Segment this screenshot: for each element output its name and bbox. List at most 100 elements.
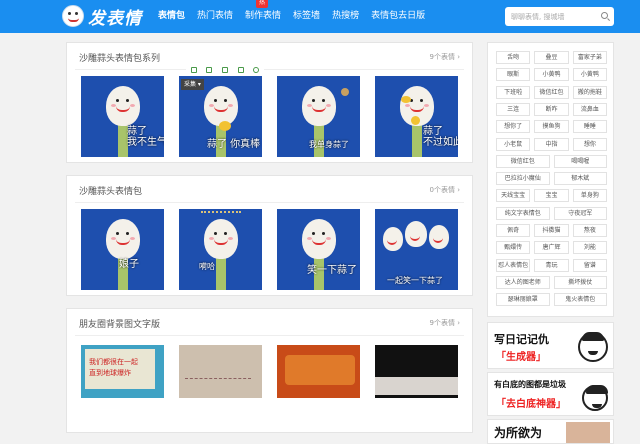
nav-item-tags[interactable]: 标签墙 <box>287 0 326 33</box>
tag-item[interactable]: 流鼻血 <box>572 102 607 116</box>
tag-item[interactable]: 佩奇 <box>496 224 531 237</box>
emoji-thumbnail[interactable]: 娘子 <box>81 209 164 290</box>
tag-item[interactable]: 青玩 <box>534 258 569 272</box>
tag-item[interactable]: 瑟琳丽娘罩 <box>496 293 550 307</box>
background-thumbnail[interactable]: 我们都很在一起 直到地球爆炸 <box>81 345 164 398</box>
search-box <box>505 7 614 26</box>
garlic-bulb <box>429 225 449 249</box>
background-thumbnail[interactable] <box>277 345 360 398</box>
remove-white-ad[interactable]: 有白底的图都是垃圾 「去白底神器」 <box>487 372 614 416</box>
emoji-set-card: 朋友圈背景图文字版 9个表情 › 我们都很在一起 直到地球爆炸 <box>66 308 473 433</box>
set-count[interactable]: 9个表情 › <box>430 318 460 328</box>
tag-item[interactable]: 三连 <box>496 102 531 116</box>
top-navbar: 发表情 表情包 热门表情 制作表情 标签墙 热搜榜 表情包去日版 热 <box>0 0 640 33</box>
garlic-bulb <box>405 221 427 247</box>
flower-icon <box>341 88 349 96</box>
tag-item[interactable]: 甄嬛传 <box>496 241 531 255</box>
search-icon[interactable] <box>601 12 608 19</box>
emoji-caption: 我单身蒜了 <box>309 140 349 149</box>
set-count[interactable]: 0个表情 › <box>430 185 460 195</box>
tag-item[interactable]: 宝宝 <box>534 189 569 203</box>
tag-item[interactable]: 鬼火表情包 <box>553 293 607 307</box>
tag-item[interactable]: 微信红包 <box>496 154 550 168</box>
tag-item[interactable]: 单身狗 <box>572 189 607 203</box>
set-title[interactable]: 沙雕蒜头表情包 <box>79 184 142 197</box>
lemon-icon <box>411 116 420 125</box>
settings-icon[interactable] <box>253 67 260 73</box>
crop-icon[interactable] <box>190 67 197 73</box>
panda-face-icon <box>578 332 608 362</box>
tag-item[interactable]: 叠豆 <box>534 51 569 64</box>
search-input[interactable] <box>505 7 595 26</box>
background-thumbnail[interactable] <box>375 345 458 398</box>
tag-item[interactable]: 喝喝喔 <box>553 154 607 168</box>
emoji-thumbnail[interactable]: 一起笑一下蒜了 <box>375 209 458 290</box>
brand-title[interactable]: 发表情 <box>88 4 142 29</box>
emoji-caption: 笑一下蒜了 <box>307 265 357 276</box>
garlic-bulb <box>204 219 238 259</box>
tag-item[interactable]: 小黄鸭 <box>572 68 607 82</box>
tag-item[interactable]: 睡睡 <box>572 120 607 134</box>
tag-item[interactable]: 唐广辉 <box>534 241 569 255</box>
divider <box>75 69 464 70</box>
emoji-thumbnail[interactable]: 蒜了 我不生气 <box>81 76 164 157</box>
emoji-thumbnail[interactable]: 嗬哈 <box>179 209 262 290</box>
tag-cloud: 舌吻 叠豆 富家子弟 眼斯 小黄鸭 小黄鸭 下班啦 微信红包 搬的拖鞋 三连 断咋 流鼻血 想你了 摸鱼狗… <box>487 42 614 317</box>
nav-item-emoticons[interactable]: 表情包 <box>152 0 191 33</box>
orange-wall <box>285 355 355 385</box>
background-thumbnail[interactable] <box>179 345 262 398</box>
set-title[interactable]: 朋友圈背景图文字版 <box>79 317 160 330</box>
tag-item[interactable]: 想你 <box>572 137 607 151</box>
tag-item[interactable]: 搬的拖鞋 <box>572 85 607 99</box>
divider <box>75 335 464 336</box>
emoji-caption: 我们都很在一起 直到地球爆炸 <box>89 358 138 377</box>
tag-item[interactable]: 刘能 <box>572 241 607 255</box>
garlic-bulb <box>204 86 238 126</box>
tag-item[interactable]: 想你了 <box>496 120 531 134</box>
tag-item[interactable]: 抖擞猫 <box>534 224 569 237</box>
tag-item[interactable]: 断咋 <box>534 102 569 116</box>
emoji-thumbnail[interactable]: 蒜了 不过如此 <box>375 76 458 157</box>
tag-item[interactable]: 下班啦 <box>496 85 531 99</box>
share-icon[interactable] <box>237 67 244 73</box>
emoji-thumbnail[interactable]: 我单身蒜了 <box>277 76 360 157</box>
tag-item[interactable]: 怼人表情包 <box>496 258 531 272</box>
tag-item[interactable]: 留谱 <box>572 258 607 272</box>
image-icon[interactable] <box>221 67 228 73</box>
tag-item[interactable]: 撕坏拨仗 <box>553 275 607 289</box>
tag-item[interactable]: 郁木斌 <box>553 172 607 186</box>
tag-item[interactable]: 舌吻 <box>496 51 531 64</box>
hot-badge: 热 <box>256 0 269 8</box>
tag-item[interactable]: 微信红包 <box>534 85 569 99</box>
set-count[interactable]: 9个表情 › <box>430 52 460 62</box>
emoji-set-card: 沙雕蒜头表情包系列 9个表情 › 蒜了 我不生气 蒜了 你真棒 我单身蒜了 蒜了… <box>66 42 473 163</box>
emoji-caption: 嗬哈 <box>199 262 215 271</box>
garlic-bulb <box>302 86 336 126</box>
tag-item[interactable]: 纯文字表情包 <box>496 206 550 220</box>
logo-icon[interactable] <box>62 5 84 27</box>
tag-item[interactable]: 熬夜 <box>572 224 607 237</box>
tag-item[interactable]: 天线宝宝 <box>496 189 531 203</box>
emoji-caption: 一起笑一下蒜了 <box>387 276 443 285</box>
tag-item[interactable]: 守夜冠军 <box>553 206 607 220</box>
set-title[interactable]: 沙雕蒜头表情包系列 <box>79 51 160 64</box>
emoji-thumbnail[interactable]: 笑一下蒜了 <box>277 209 360 290</box>
collect-button[interactable]: 采集 ▾ <box>181 79 204 90</box>
nav-item-watermark[interactable]: 表情包去日版 <box>365 0 431 33</box>
tag-item[interactable]: 达人的图老师 <box>496 275 550 289</box>
do-whatever-ad[interactable]: 为所欲为 <box>487 419 614 444</box>
tag-item[interactable]: 小老鼠 <box>496 137 531 151</box>
tag-item[interactable]: 摸鱼狗 <box>534 120 569 134</box>
nav-item-hot[interactable]: 热门表情 <box>191 0 239 33</box>
ad-title: 写日记记仇 <box>494 333 549 346</box>
tag-item[interactable]: 小黄鸭 <box>534 68 569 82</box>
nav-item-trending[interactable]: 热搜榜 <box>326 0 365 33</box>
emoji-caption: 蒜了 不过如此 <box>423 126 458 148</box>
tag-item[interactable]: 中指 <box>534 137 569 151</box>
tag-item[interactable]: 眼斯 <box>496 68 531 82</box>
tag-item[interactable]: 巴拉拉小魔仙 <box>496 172 550 186</box>
expand-icon[interactable] <box>206 67 213 73</box>
garlic-bulb <box>106 219 140 259</box>
diary-generator-ad[interactable]: 写日记记仇 「生成器」 <box>487 322 614 369</box>
tag-item[interactable]: 富家子弟 <box>572 51 607 64</box>
